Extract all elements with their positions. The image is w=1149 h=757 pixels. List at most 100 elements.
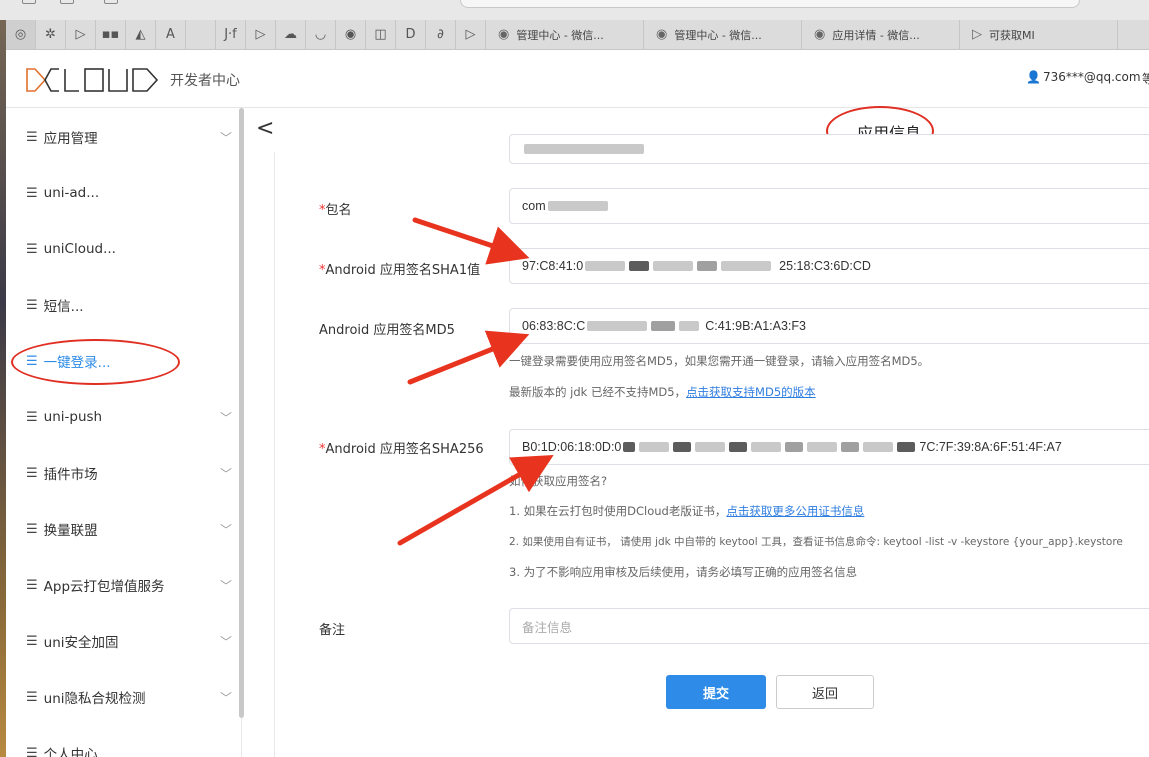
pinned-tab[interactable] — [186, 20, 216, 49]
redacted-text — [587, 321, 648, 331]
sidebar-item-unicloud[interactable]: ☰ uniCloud... — [6, 221, 241, 277]
sidebar-item-plugin-market[interactable]: ☰ 插件市场 ﹀ — [6, 445, 241, 501]
pinned-tab[interactable]: ☁ — [276, 20, 306, 49]
sidebar-item-app-management[interactable]: ☰ 应用管理 ﹀ — [6, 109, 241, 165]
sidebar-item-privacy-compliance[interactable]: ☰ uni隐私合规检测 ﹀ — [6, 669, 241, 725]
label-text: 包名 — [325, 203, 352, 218]
browser-tab[interactable]: ◉ 应用详情 - 微信... — [802, 20, 960, 49]
md5-label: Android 应用签名MD5 — [319, 323, 455, 338]
pinned-tab-icon: ▪▪ — [101, 27, 120, 42]
submit-button[interactable]: 提交 — [666, 675, 766, 709]
chat-icon: ◉ — [498, 27, 510, 42]
pinned-tab-icon: ✲ — [45, 27, 56, 42]
redacted-text — [639, 442, 670, 452]
tip-3: 3. 为了不影响应用审核及后续使用，请务必填写正确的应用签名信息 — [509, 565, 858, 579]
pinned-tab-icon: ▷ — [255, 27, 266, 42]
redacted-text — [623, 442, 636, 452]
toolbar-icon[interactable] — [60, 0, 74, 4]
browser-tab[interactable]: ◉ 管理中心 - 微信... — [644, 20, 802, 49]
sidebar-item-label: 应用管理 — [43, 131, 98, 147]
user-account[interactable]: 👤 736***@qq.com — [1026, 70, 1141, 84]
pinned-tab[interactable]: ▷ — [246, 20, 276, 49]
chat-icon: ◉ — [344, 27, 357, 42]
pinned-tab-icon: A — [166, 27, 175, 42]
pinned-tab[interactable]: A — [156, 20, 186, 49]
dcloud-logo-mark — [26, 68, 159, 92]
jdk-md5-link[interactable]: 点击获取支持MD5的版本 — [686, 385, 816, 399]
sidebar-item-label: 换量联盟 — [43, 523, 98, 539]
tip-2: 2. 如果使用自有证书， 请使用 jdk 中自带的 keytool 工具，查看证… — [509, 536, 1123, 548]
sidebar-item-cloud-build[interactable]: ☰ App云打包增值服务 ﹀ — [6, 557, 241, 613]
sha1-label: *Android 应用签名SHA1值 — [319, 259, 480, 278]
annotation-ellipse — [11, 339, 180, 385]
package-name-label: *包名 — [319, 199, 352, 218]
sha256-field[interactable]: B0:1D:06:18:0D:0 7C:7F:39:8A:6F:51:4F:A7 — [509, 429, 1149, 465]
pinned-tab[interactable]: ▷ — [66, 20, 96, 49]
sha256-label: *Android 应用签名SHA256 — [319, 438, 484, 457]
toolbar-icon[interactable] — [104, 0, 118, 4]
app-info-form: *包名 com *Android 应用签名SHA1值 97:C8:41:0 25:… — [276, 134, 1149, 757]
chevron-down-icon: ﹀ — [219, 635, 232, 649]
redacted-text — [721, 261, 772, 271]
pinned-tab[interactable]: ▷ — [456, 20, 486, 49]
pinned-tab-icon: ▷ — [465, 27, 476, 42]
pinned-tab[interactable]: ◉ — [336, 20, 366, 49]
pinned-tab-icon: ◭ — [135, 27, 146, 42]
tab-label: 可获取MI — [989, 28, 1035, 42]
dcloud-logo[interactable] — [25, 67, 161, 93]
chevron-down-icon: ﹀ — [219, 131, 232, 145]
package-name-field[interactable]: com — [509, 188, 1149, 224]
pinned-tab[interactable]: ◫ — [366, 20, 396, 49]
back-chevron-icon[interactable]: < — [256, 116, 274, 141]
screenshot-frame: ◎ ✲ ▷ ▪▪ ◭ A J·f ▷ ☁ ◡ ◉ ◫ D ∂ ▷ ◉ 管理中心 -… — [0, 0, 1149, 757]
pinned-tab[interactable]: ∂ — [426, 20, 456, 49]
pinned-tab[interactable]: D — [396, 20, 426, 49]
sidebar-item-label: App云打包增值服务 — [43, 579, 165, 595]
sha1-field[interactable]: 97:C8:41:0 25:18:C3:6D:CD — [509, 248, 1149, 284]
back-button[interactable]: 返回 — [776, 675, 874, 709]
pinned-tab-icon: ◫ — [374, 27, 387, 42]
sidebar-item-uni-push[interactable]: ☰ uni-push ﹀ — [6, 389, 241, 445]
list-icon: ☰ — [26, 297, 38, 313]
sidebar-item-security-hardening[interactable]: ☰ uni安全加固 ﹀ — [6, 613, 241, 669]
how-to-get-signature: 如何获取应用签名? — [509, 474, 608, 488]
jdk-hint: 最新版本的 jdk 已经不支持MD5，点击获取支持MD5的版本 — [509, 384, 816, 400]
pinned-tab[interactable]: ▪▪ — [96, 20, 126, 49]
sidebar-item-label: uniCloud... — [43, 241, 116, 257]
sidebar-item-label: uni-ad... — [43, 185, 100, 201]
field-value: 7C:7F:39:8A:6F:51:4F:A7 — [919, 440, 1062, 454]
address-bar[interactable] — [460, 0, 1080, 8]
pinned-tab[interactable]: ◎ — [6, 20, 36, 49]
pinned-tab[interactable]: ◭ — [126, 20, 156, 49]
sidebar-item-personal-center[interactable]: ☰ 个人中心 — [6, 725, 241, 757]
browser-tab[interactable]: ◉ 管理中心 - 微信... — [486, 20, 644, 49]
redacted-text — [695, 442, 726, 452]
link-icon: ∂ — [437, 27, 444, 42]
toolbar-icon[interactable] — [22, 0, 36, 4]
pinned-tab[interactable]: ◡ — [306, 20, 336, 49]
pinned-tab-icon: J·f — [224, 27, 237, 42]
sidebar-item-sms[interactable]: ☰ 短信... — [6, 277, 241, 333]
content-divider — [274, 152, 275, 757]
header-more[interactable]: 等 — [1142, 70, 1149, 87]
redacted-text — [629, 261, 650, 271]
chat-icon: ◉ — [814, 27, 826, 42]
label-text: Android 应用签名SHA256 — [325, 442, 484, 457]
sidebar-item-traffic-exchange[interactable]: ☰ 换量联盟 ﹀ — [6, 501, 241, 557]
redacted-text — [653, 261, 694, 271]
browser-tab[interactable]: ▷ 可获取MI — [960, 20, 1118, 49]
list-icon: ☰ — [26, 409, 38, 425]
md5-field[interactable]: 06:83:8C:C C:41:9B:A1:A3:F3 — [509, 308, 1149, 344]
sidebar-item-uni-ad[interactable]: ☰ uni-ad... — [6, 165, 241, 221]
remark-field[interactable]: 备注信息 — [509, 608, 1149, 644]
public-cert-link[interactable]: 点击获取更多公用证书信息 — [726, 504, 864, 518]
user-email: 736***@qq.com — [1042, 70, 1141, 84]
pinned-tab[interactable]: J·f — [216, 20, 246, 49]
cloud-icon: ☁ — [284, 27, 297, 42]
list-icon: ☰ — [26, 185, 38, 201]
pinned-tab[interactable]: ✲ — [36, 20, 66, 49]
chat-icon: ◉ — [656, 27, 668, 42]
redacted-text — [524, 144, 644, 154]
app-name-field[interactable] — [509, 134, 1149, 164]
redacted-text — [673, 442, 692, 452]
